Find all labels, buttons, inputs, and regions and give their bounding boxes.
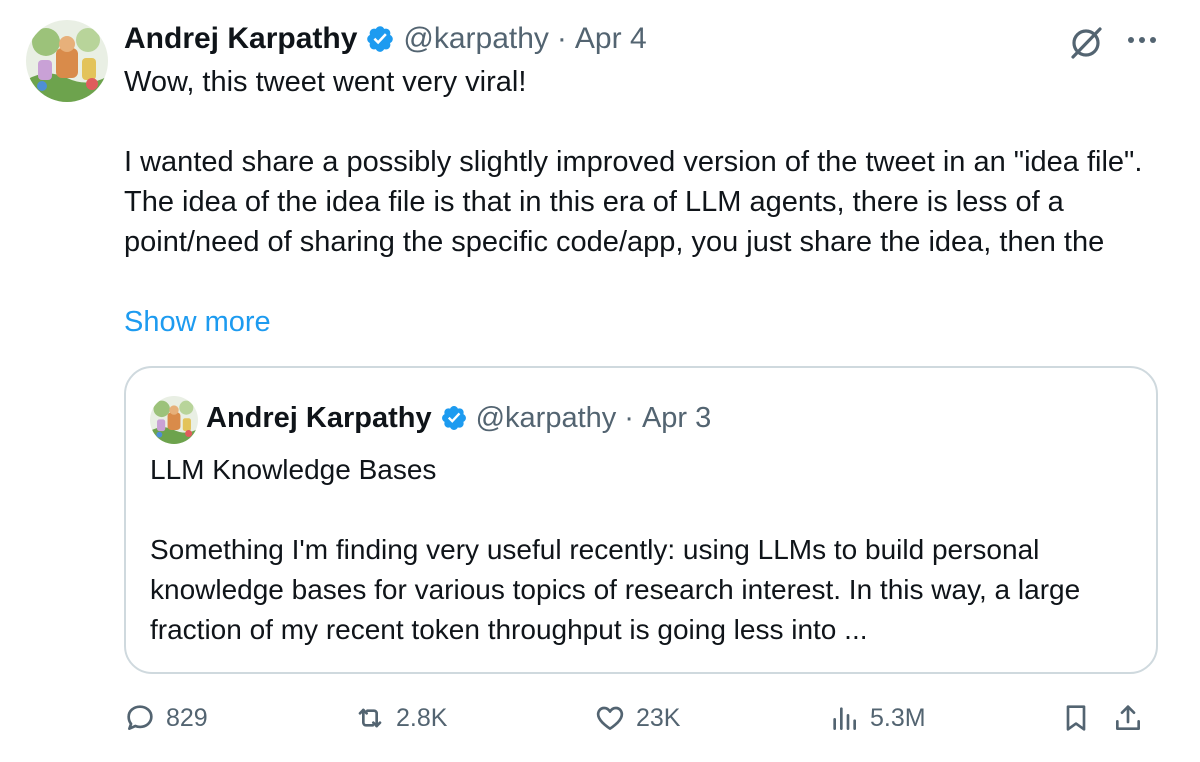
separator-dot: · <box>556 22 567 55</box>
tweet-header: Andrej Karpathy @karpathy · Apr 4 <box>124 18 647 60</box>
quoted-author-name[interactable]: Andrej Karpathy <box>206 402 432 435</box>
share-button[interactable] <box>1112 696 1144 740</box>
quoted-tweet-header: Andrej Karpathy @karpathy · Apr 3 <box>206 398 711 438</box>
tweet-text-line2: I wanted share a possibly slightly impro… <box>124 146 1143 258</box>
tweet-date[interactable]: Apr 4 <box>575 22 647 56</box>
separator-dot: · <box>624 401 634 434</box>
reply-button[interactable]: 829 <box>124 696 208 740</box>
tweet[interactable]: Andrej Karpathy @karpathy · Apr 4 Wow, t… <box>0 0 1200 762</box>
quoted-tweet-body: Something I'm finding very useful recent… <box>150 534 1081 645</box>
bookmark-icon <box>1060 702 1092 734</box>
show-more-link[interactable]: Show more <box>124 302 271 342</box>
action-bar: 829 2.8K 23K 5.3M <box>124 696 1164 740</box>
verified-badge-icon <box>365 24 395 54</box>
retweet-icon <box>354 702 386 734</box>
grok-icon[interactable] <box>1066 22 1106 62</box>
like-icon <box>594 702 626 734</box>
quoted-tweet[interactable]: Andrej Karpathy @karpathy · Apr 3 LLM Kn… <box>124 366 1158 674</box>
retweet-count: 2.8K <box>396 703 448 732</box>
like-count: 23K <box>636 703 681 732</box>
quoted-author-avatar[interactable] <box>150 396 198 444</box>
author-handle[interactable]: @karpathy <box>403 22 549 56</box>
quoted-tweet-text: LLM Knowledge Bases Something I'm findin… <box>150 450 1140 650</box>
tweet-text-line1: Wow, this tweet went very viral! <box>124 66 527 98</box>
retweet-button[interactable]: 2.8K <box>354 696 447 740</box>
reply-icon <box>124 702 156 734</box>
reply-count: 829 <box>166 703 208 732</box>
quoted-tweet-title: LLM Knowledge Bases <box>150 454 437 485</box>
verified-badge-icon <box>440 404 468 432</box>
author-avatar[interactable] <box>26 20 108 102</box>
quoted-author-handle[interactable]: @karpathy <box>476 402 617 435</box>
quoted-tweet-date[interactable]: Apr 3 <box>642 402 711 435</box>
avatar-illustration-icon <box>26 20 108 102</box>
views-count: 5.3M <box>870 703 926 732</box>
bookmark-button[interactable] <box>1060 696 1092 740</box>
share-icon <box>1112 702 1144 734</box>
tweet-text: Wow, this tweet went very viral! I wante… <box>124 62 1174 262</box>
author-name[interactable]: Andrej Karpathy <box>124 22 357 56</box>
avatar-illustration-icon <box>150 396 198 444</box>
views-icon <box>828 702 860 734</box>
views-button[interactable]: 5.3M <box>828 696 926 740</box>
like-button[interactable]: 23K <box>594 696 680 740</box>
more-icon[interactable] <box>1126 28 1158 52</box>
